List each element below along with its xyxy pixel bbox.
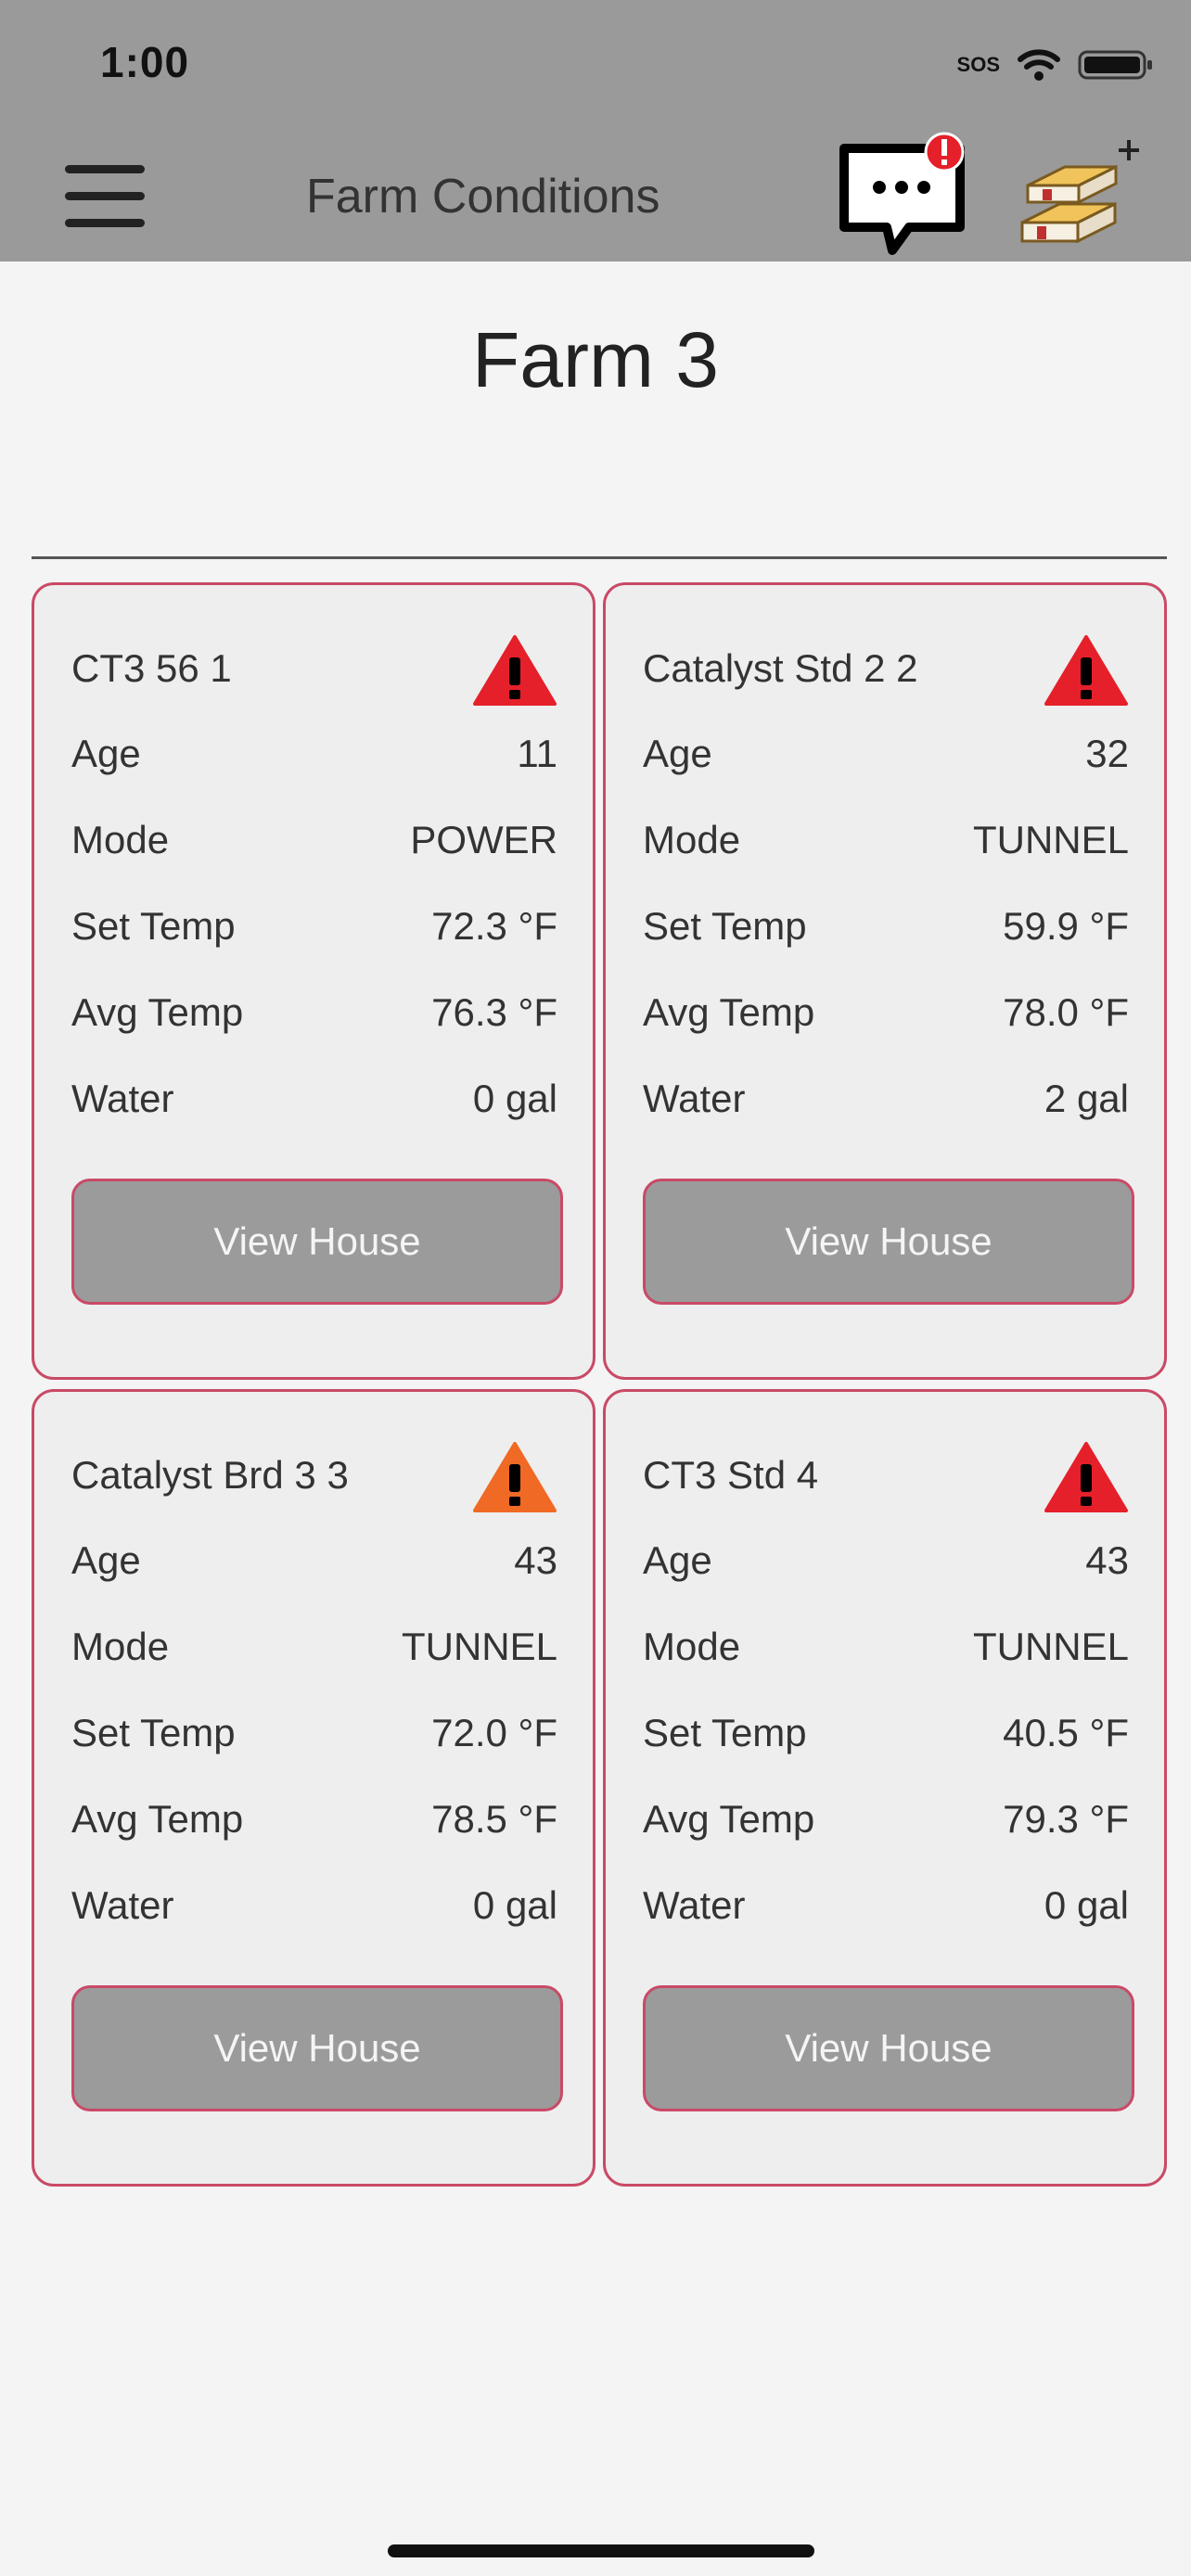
- set-temp-row: Set Temp 72.0 °F: [71, 1705, 557, 1761]
- page-title: Farm 3: [471, 316, 720, 403]
- wifi-icon: [1018, 49, 1060, 81]
- status-icons: SOS: [957, 45, 1154, 85]
- row-value: 76.3 °F: [431, 990, 557, 1034]
- row-value: POWER: [410, 818, 557, 861]
- row-label: Avg Temp: [71, 1797, 244, 1841]
- row-label: Set Temp: [71, 904, 236, 948]
- alert-warning-icon[interactable]: [1044, 1440, 1129, 1514]
- row-label: Age: [71, 1538, 141, 1582]
- alert-warning-icon[interactable]: [1044, 633, 1129, 708]
- sos-indicator: SOS: [956, 53, 1000, 76]
- row-label: Set Temp: [643, 1711, 807, 1754]
- row-value: 0 gal: [472, 1883, 557, 1927]
- avg-temp-row: Avg Temp 78.5 °F: [71, 1792, 557, 1847]
- avg-temp-row: Avg Temp 76.3 °F: [71, 985, 557, 1040]
- row-label: Avg Temp: [643, 990, 815, 1034]
- row-label: Water: [643, 1883, 746, 1927]
- row-value: 59.9 °F: [1003, 904, 1129, 948]
- row-label: Water: [643, 1077, 746, 1120]
- set-temp-row: Set Temp 72.3 °F: [71, 899, 557, 954]
- row-label: Water: [71, 1883, 174, 1927]
- alert-warning-icon[interactable]: [472, 1440, 557, 1514]
- age-row: Age 11: [71, 726, 557, 782]
- house-card: Catalyst Std 2 2 Age 32 Mode TUNNEL Set Te…: [603, 582, 1167, 1380]
- set-temp-row: Set Temp 59.9 °F: [643, 899, 1129, 954]
- view-house-button[interactable]: View House: [643, 1179, 1134, 1305]
- avg-temp-row: Avg Temp 78.0 °F: [643, 985, 1129, 1040]
- house-name: Catalyst Brd 3 3: [71, 1453, 349, 1497]
- row-value: 72.3 °F: [431, 904, 557, 948]
- row-label: Age: [71, 732, 141, 775]
- mode-row: Mode POWER: [71, 812, 557, 868]
- home-indicator[interactable]: [388, 2544, 814, 2557]
- row-label: Set Temp: [71, 1711, 236, 1754]
- divider: [32, 556, 1167, 559]
- row-value: 0 gal: [1044, 1883, 1129, 1927]
- house-name: Catalyst Std 2 2: [643, 646, 918, 690]
- row-value: 43: [514, 1538, 557, 1582]
- water-row: Water 0 gal: [643, 1878, 1129, 1933]
- messages-alert-icon[interactable]: [835, 130, 974, 260]
- row-label: Age: [643, 1538, 712, 1582]
- row-label: Set Temp: [643, 904, 807, 948]
- row-label: Mode: [71, 818, 170, 861]
- house-card: CT3 Std 4 Age 43 Mode TUNNEL Set Temp 40.5 …: [603, 1389, 1167, 2187]
- water-row: Water 0 gal: [71, 1071, 557, 1127]
- row-value: 43: [1085, 1538, 1129, 1582]
- row-label: Avg Temp: [643, 1797, 815, 1841]
- house-name: CT3 Std 4: [643, 1453, 819, 1497]
- add-farm-house-icon[interactable]: [1009, 130, 1148, 260]
- row-value: 78.5 °F: [431, 1797, 557, 1841]
- age-row: Age 43: [643, 1533, 1129, 1588]
- alert-warning-icon[interactable]: [472, 633, 557, 708]
- row-label: Mode: [643, 818, 741, 861]
- view-house-button[interactable]: View House: [71, 1985, 563, 2111]
- status-time: 1:00: [100, 38, 190, 86]
- header-title: Farm Conditions: [306, 170, 660, 223]
- row-value: 72.0 °F: [431, 1711, 557, 1754]
- row-value: TUNNEL: [401, 1625, 557, 1668]
- row-value: 78.0 °F: [1003, 990, 1129, 1034]
- battery-icon: [1078, 50, 1152, 80]
- avg-temp-row: Avg Temp 79.3 °F: [643, 1792, 1129, 1847]
- top-bar: 1:00 SOS Farm Conditions: [0, 0, 1191, 261]
- age-row: Age 32: [643, 726, 1129, 782]
- view-house-button[interactable]: View House: [643, 1985, 1134, 2111]
- row-value: 0 gal: [472, 1077, 557, 1120]
- row-value: TUNNEL: [972, 818, 1129, 861]
- row-label: Mode: [71, 1625, 170, 1668]
- row-value: 40.5 °F: [1003, 1711, 1129, 1754]
- age-row: Age 43: [71, 1533, 557, 1588]
- row-value: 2 gal: [1044, 1077, 1129, 1120]
- row-value: 79.3 °F: [1003, 1797, 1129, 1841]
- house-name: CT3 56 1: [71, 646, 232, 690]
- row-value: 11: [517, 732, 557, 775]
- set-temp-row: Set Temp 40.5 °F: [643, 1705, 1129, 1761]
- water-row: Water 0 gal: [71, 1878, 557, 1933]
- row-label: Age: [643, 732, 712, 775]
- water-row: Water 2 gal: [643, 1071, 1129, 1127]
- row-label: Mode: [643, 1625, 741, 1668]
- row-label: Avg Temp: [71, 990, 244, 1034]
- row-label: Water: [71, 1077, 174, 1120]
- view-house-button[interactable]: View House: [71, 1179, 563, 1305]
- house-card: CT3 56 1 Age 11 Mode POWER Set Temp 72.3 °F…: [32, 582, 596, 1380]
- house-card: Catalyst Brd 3 3 Age 43 Mode TUNNEL Set Te…: [32, 1389, 596, 2187]
- row-value: TUNNEL: [972, 1625, 1129, 1668]
- mode-row: Mode TUNNEL: [71, 1619, 557, 1675]
- mode-row: Mode TUNNEL: [643, 812, 1129, 868]
- hamburger-menu-icon[interactable]: [65, 165, 145, 227]
- mode-row: Mode TUNNEL: [643, 1619, 1129, 1675]
- row-value: 32: [1085, 732, 1129, 775]
